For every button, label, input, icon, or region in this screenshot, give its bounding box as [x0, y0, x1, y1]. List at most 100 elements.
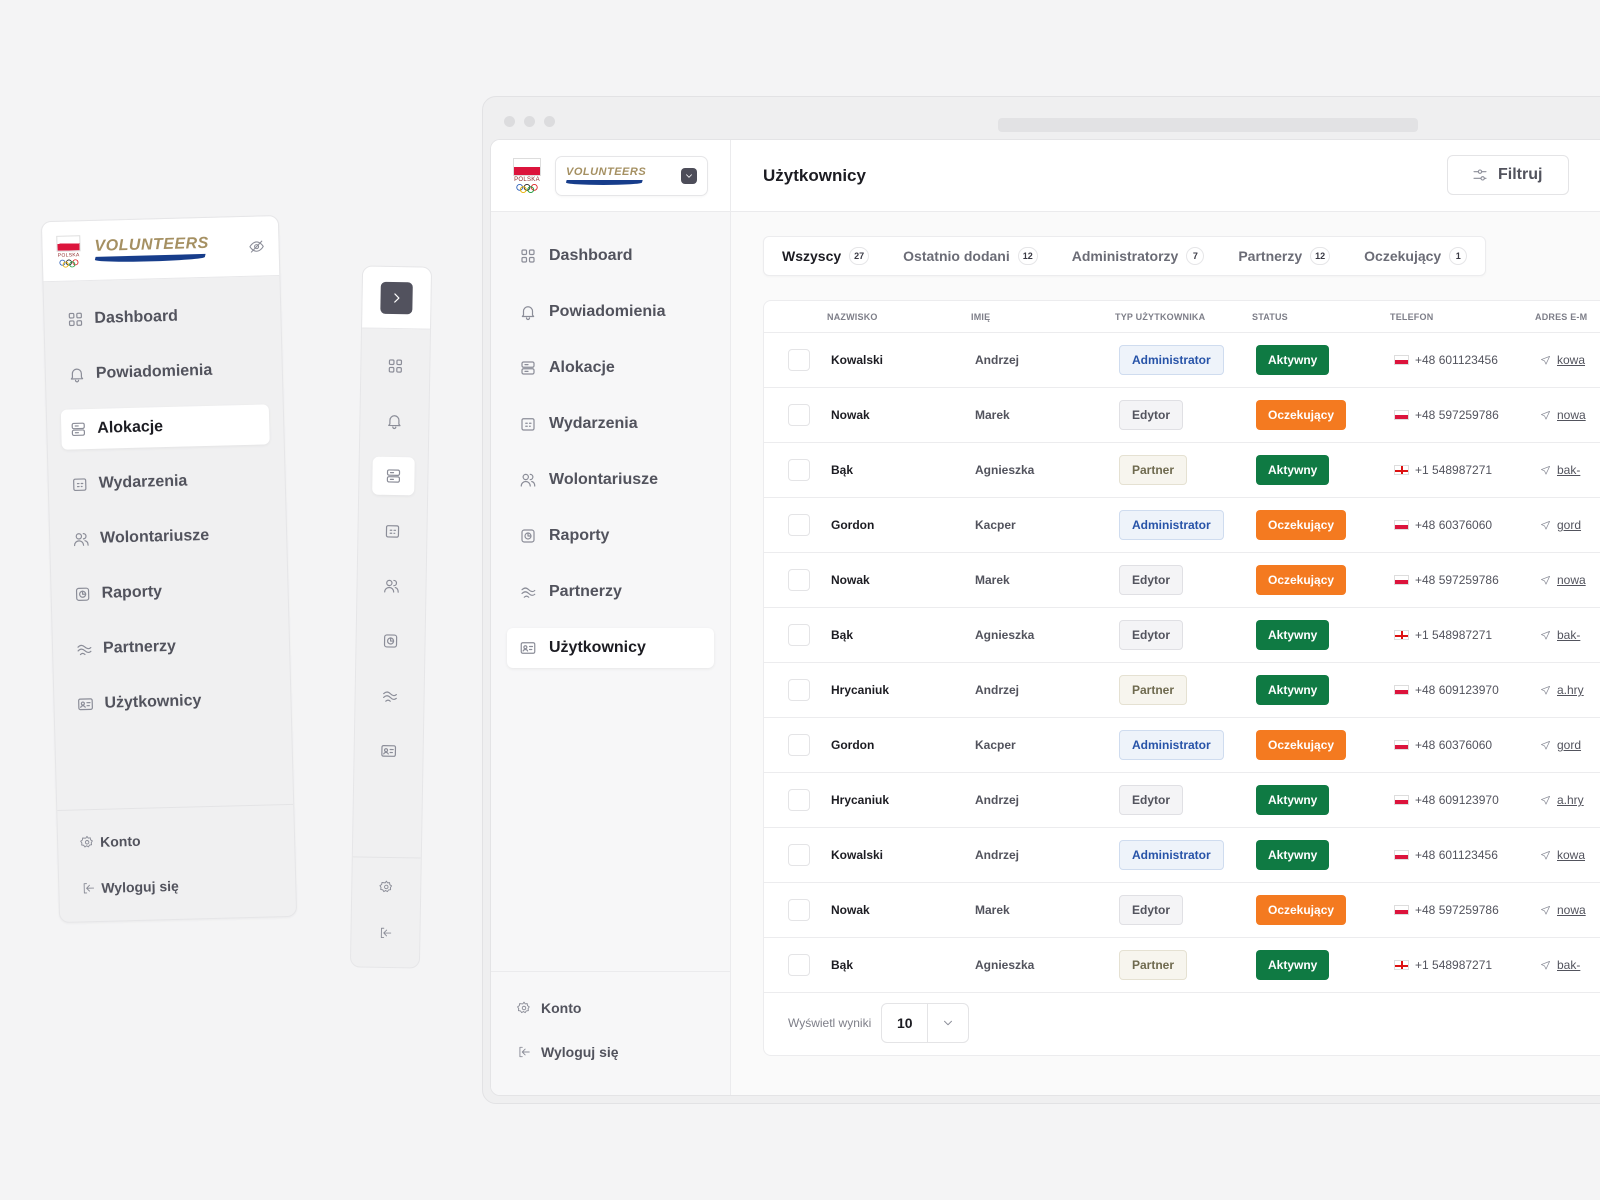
floating-item-wolontariusze[interactable]: Wolontariusze [64, 514, 273, 559]
floating-item-uzytkownicy[interactable]: Użytkownicy [68, 679, 277, 724]
floating-item-dashboard[interactable]: Dashboard [58, 294, 267, 339]
cell-email[interactable]: bak- [1540, 463, 1580, 477]
email-link[interactable]: nowa [1557, 408, 1586, 422]
cell-email[interactable]: kowa [1540, 353, 1585, 367]
table-row[interactable]: Hrycaniuk Andrzej Partner Aktywny +48 609123… [764, 663, 1600, 718]
floating-item-powiadomienia[interactable]: Powiadomienia [59, 349, 268, 394]
row-checkbox[interactable] [788, 899, 810, 921]
email-link[interactable]: bak- [1557, 463, 1580, 477]
tab-ostatnio-dodani[interactable]: Ostatnio dodani 12 [903, 247, 1038, 265]
tab-administratorzy[interactable]: Administratorzy 7 [1072, 247, 1205, 265]
row-checkbox[interactable] [788, 514, 810, 536]
table-row[interactable]: Nowak Marek Edytor Oczekujący +48 597259786 n… [764, 553, 1600, 608]
row-checkbox[interactable] [788, 789, 810, 811]
expand-sidebar-button[interactable] [380, 281, 413, 314]
cell-email[interactable]: gord [1540, 738, 1581, 752]
floating-item-raporty[interactable]: Raporty [65, 569, 274, 614]
collapsed-item-powiadomienia[interactable] [373, 402, 416, 441]
table-row[interactable]: Gordon Kacper Administrator Oczekujący +48 6… [764, 498, 1600, 553]
floating-item-wydarzenia[interactable]: Wydarzenia [62, 459, 271, 504]
floating-item-partnerzy[interactable]: Partnerzy [67, 624, 276, 669]
collapsed-item-raporty[interactable] [369, 622, 412, 661]
table-row[interactable]: Kowalski Andrzej Administrator Aktywny +48 6… [764, 828, 1600, 883]
gear-icon[interactable] [379, 880, 393, 894]
sidebar-item-wydarzenia[interactable]: Wydarzenia [507, 404, 714, 444]
cell-email[interactable]: nowa [1540, 408, 1586, 422]
window-close-dot[interactable] [504, 115, 515, 127]
email-link[interactable]: a.hry [1557, 683, 1584, 697]
collapsed-item-alokacje[interactable] [372, 456, 415, 496]
tab-partnerzy[interactable]: Partnerzy 12 [1238, 247, 1331, 265]
sidebar-item-uzytkownicy[interactable]: Użytkownicy [507, 628, 714, 668]
email-link[interactable]: gord [1557, 518, 1581, 532]
email-link[interactable]: bak- [1557, 628, 1580, 642]
table-row[interactable]: Nowak Marek Edytor Oczekujący +48 597259786 n… [764, 388, 1600, 443]
row-checkbox[interactable] [788, 569, 810, 591]
window-maximize-dot[interactable] [544, 115, 555, 127]
sidebar-item-powiadomienia[interactable]: Powiadomienia [507, 292, 714, 332]
sidebar-item-wolontariusze[interactable]: Wolontariusze [507, 460, 714, 500]
col-status[interactable]: STATUS [1252, 312, 1288, 322]
sidebar-item-raporty[interactable]: Raporty [507, 516, 714, 556]
account-link[interactable]: Konto [80, 823, 273, 856]
cell-email[interactable]: a.hry [1540, 793, 1584, 807]
tab-wszyscy[interactable]: Wszyscy 27 [782, 247, 870, 265]
collapsed-item-uzytkownicy[interactable] [367, 732, 410, 771]
cell-name: Marek [975, 408, 1010, 422]
row-checkbox[interactable] [788, 404, 810, 426]
tab-oczekujacy[interactable]: Oczekujący 1 [1364, 247, 1468, 265]
table-row[interactable]: Gordon Kacper Administrator Oczekujący +48 6… [764, 718, 1600, 773]
cell-email[interactable]: kowa [1540, 848, 1585, 862]
sidebar-item-dashboard[interactable]: Dashboard [507, 236, 714, 276]
row-checkbox[interactable] [788, 459, 810, 481]
account-link[interactable]: Konto [517, 998, 704, 1018]
table-row[interactable]: Kowalski Andrzej Administrator Aktywny +48 6… [764, 333, 1600, 388]
sidebar-item-partnerzy[interactable]: Partnerzy [507, 572, 714, 612]
table-row[interactable]: Bąk Agnieszka Partner Aktywny +1 548987271 ba… [764, 443, 1600, 498]
email-link[interactable]: nowa [1557, 903, 1586, 917]
cell-email[interactable]: nowa [1540, 903, 1586, 917]
email-link[interactable]: kowa [1557, 848, 1585, 862]
cell-email[interactable]: nowa [1540, 573, 1586, 587]
col-email[interactable]: ADRES E-M [1535, 312, 1587, 322]
table-row[interactable]: Bąk Agnieszka Partner Aktywny +1 548987271 ba… [764, 938, 1600, 993]
col-type[interactable]: TYP UŻYTKOWNIKA [1115, 312, 1205, 322]
email-link[interactable]: kowa [1557, 353, 1585, 367]
sidebar-item-alokacje[interactable]: Alokacje [507, 348, 714, 388]
row-checkbox[interactable] [788, 679, 810, 701]
cell-email[interactable]: gord [1540, 518, 1581, 532]
collapsed-item-wydarzenia[interactable] [371, 512, 414, 551]
collapsed-item-wolontariusze[interactable] [370, 567, 413, 606]
row-checkbox[interactable] [788, 954, 810, 976]
eye-off-icon[interactable] [248, 238, 264, 254]
chevron-down-icon[interactable] [681, 167, 697, 184]
row-checkbox[interactable] [788, 734, 810, 756]
window-minimize-dot[interactable] [524, 115, 535, 127]
row-checkbox[interactable] [788, 349, 810, 371]
cell-email[interactable]: bak- [1540, 958, 1580, 972]
logout-icon[interactable] [378, 926, 392, 940]
table-row[interactable]: Nowak Marek Edytor Oczekujący +48 597259786 n… [764, 883, 1600, 938]
collapsed-item-partnerzy[interactable] [368, 677, 411, 716]
filter-button[interactable]: Filtruj [1447, 155, 1569, 195]
email-link[interactable]: nowa [1557, 573, 1586, 587]
cell-email[interactable]: bak- [1540, 628, 1580, 642]
row-checkbox[interactable] [788, 844, 810, 866]
email-link[interactable]: gord [1557, 738, 1581, 752]
table-row[interactable]: Hrycaniuk Andrzej Edytor Aktywny +48 6091239… [764, 773, 1600, 828]
floating-item-alokacje[interactable]: Alokacje [60, 404, 270, 450]
logout-link[interactable]: Wyloguj się [517, 1042, 704, 1062]
workspace-switcher[interactable]: VOLUNTEERS [555, 155, 708, 196]
col-name[interactable]: IMIĘ [971, 312, 990, 322]
col-surname[interactable]: NAZWISKO [827, 312, 878, 322]
col-phone[interactable]: TELEFON [1390, 312, 1433, 322]
address-bar[interactable] [998, 118, 1418, 132]
row-checkbox[interactable] [788, 624, 810, 646]
page-size-select[interactable]: 10 [881, 1003, 970, 1043]
collapsed-item-dashboard[interactable] [374, 347, 417, 386]
table-row[interactable]: Bąk Agnieszka Edytor Aktywny +1 548987271 bak… [764, 608, 1600, 663]
email-link[interactable]: a.hry [1557, 793, 1584, 807]
cell-email[interactable]: a.hry [1540, 683, 1584, 697]
logout-link[interactable]: Wyloguj się [81, 869, 274, 902]
email-link[interactable]: bak- [1557, 958, 1580, 972]
